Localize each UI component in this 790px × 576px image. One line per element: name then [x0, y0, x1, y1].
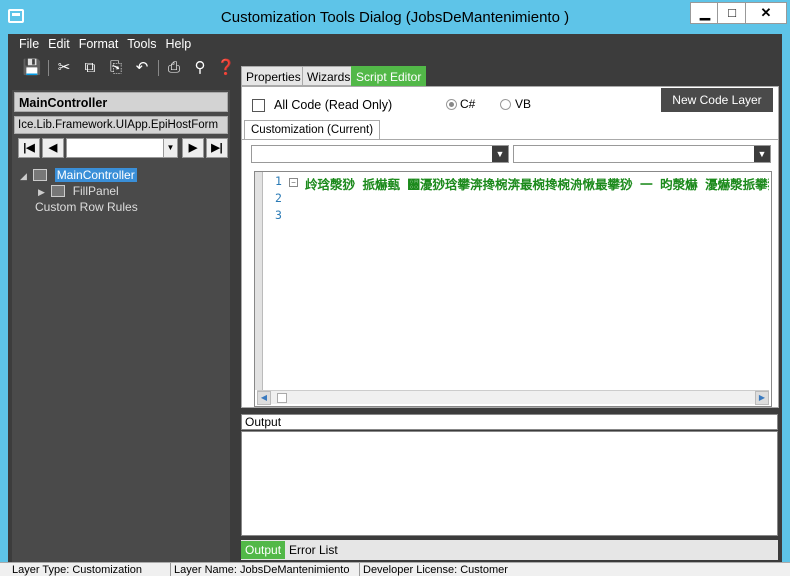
expand-toggle-icon[interactable]: ▶ — [38, 187, 48, 198]
tree-item-label: FillPanel — [72, 184, 119, 198]
tab-output[interactable]: Output — [241, 541, 286, 559]
output-box[interactable] — [241, 431, 778, 536]
panel-icon — [51, 185, 66, 197]
line-number: 1 — [275, 174, 282, 188]
scroll-left-icon[interactable]: ◀ — [257, 391, 271, 405]
output-tabs: Output Error List — [241, 540, 778, 560]
tree-item-label: Custom Row Rules — [35, 200, 138, 214]
license-status: Developer License: Customer — [363, 564, 508, 576]
tab-script-editor[interactable]: Script Editor — [351, 66, 427, 86]
close-button[interactable]: ✕ — [745, 2, 787, 24]
script-editor: All Code (Read Only) C# VB New Code Laye… — [241, 86, 779, 408]
maximize-button[interactable]: □ — [717, 2, 747, 24]
vb-label: VB — [515, 97, 532, 111]
tab-error-list[interactable]: Error List — [285, 541, 342, 559]
menu-format[interactable]: Format — [74, 34, 123, 51]
output-header: Output — [241, 414, 778, 430]
chevron-down-icon[interactable]: ▼ — [754, 146, 770, 162]
vb-radio[interactable] — [500, 99, 511, 110]
tree-item-custom-row-rules[interactable]: Custom Row Rules — [35, 200, 138, 216]
next-button[interactable]: ▶ — [182, 138, 204, 158]
copy-icon[interactable]: ⧉ — [80, 58, 100, 78]
horizontal-scrollbar[interactable]: ◀ ▶ — [257, 390, 769, 405]
tab-wizards[interactable]: Wizards — [302, 66, 356, 86]
tree-item-maincontroller[interactable]: ◢ MainController — [20, 168, 137, 184]
save-icon[interactable]: 💾 — [22, 58, 42, 78]
new-code-layer-button[interactable]: New Code Layer — [661, 88, 773, 112]
minimize-button[interactable]: ▁ — [690, 2, 720, 24]
all-code-checkbox[interactable] — [252, 99, 265, 112]
print-preview-icon[interactable]: ⚲ — [190, 58, 210, 78]
chevron-down-icon[interactable]: ▼ — [492, 146, 508, 162]
tab-customization-current[interactable]: Customization (Current) — [244, 120, 381, 140]
menu-help[interactable]: Help — [160, 34, 195, 51]
window-title: Customization Tools Dialog (JobsDeManten… — [220, 9, 570, 26]
print-icon[interactable]: ⎙ — [164, 58, 184, 78]
menu-tools[interactable]: Tools — [122, 34, 160, 51]
editor-gutter — [255, 172, 263, 390]
class-select[interactable]: ▼ — [251, 145, 509, 163]
help-icon[interactable]: ❓ — [216, 58, 236, 78]
toolbar-separator — [158, 60, 159, 76]
scroll-right-icon[interactable]: ▶ — [755, 391, 769, 405]
code-editor[interactable]: 1 2 3 − 㱓琀漀猀 挀爀甀 ਀瀀猀琀攀渀搀椀渀最椀搀椀洀愀最攀猀 ⼀ 昀漀… — [254, 171, 772, 407]
line-number: 3 — [275, 208, 282, 222]
undo-icon[interactable]: ↶ — [132, 58, 152, 78]
collapse-icon[interactable]: − — [289, 178, 298, 187]
layer-type-status: Layer Type: Customization — [9, 563, 171, 576]
expand-toggle-icon[interactable]: ◢ — [20, 171, 30, 182]
menu-bar: File Edit Format Tools Help — [8, 34, 782, 54]
cut-icon[interactable]: ✂ — [54, 58, 74, 78]
layer-name-status: Layer Name: JobsDeMantenimiento — [171, 563, 360, 576]
divider — [242, 139, 778, 140]
member-select[interactable]: ▼ — [513, 145, 771, 163]
first-button[interactable]: |◀ — [18, 138, 40, 158]
toolbar-separator — [48, 60, 49, 76]
chevron-down-icon[interactable]: ▼ — [163, 139, 177, 157]
control-select[interactable]: ▼ — [66, 138, 178, 158]
menu-file[interactable]: File — [14, 34, 43, 51]
form-icon — [33, 169, 48, 181]
all-code-label: All Code (Read Only) — [274, 98, 393, 112]
tab-properties[interactable]: Properties — [241, 66, 306, 86]
status-bar: Layer Type: Customization Layer Name: Jo… — [0, 562, 790, 576]
title-bar: Customization Tools Dialog (JobsDeManten… — [0, 0, 790, 34]
paste-icon[interactable]: ⎘ — [106, 58, 126, 78]
csharp-radio[interactable] — [446, 99, 457, 110]
tree-item-label: MainController — [54, 168, 137, 182]
last-button[interactable]: ▶| — [206, 138, 228, 158]
tree-item-fillpanel[interactable]: ▶ FillPanel — [38, 184, 119, 200]
scroll-thumb[interactable] — [277, 393, 287, 403]
control-name-label: MainController — [14, 92, 228, 112]
line-number: 2 — [275, 191, 282, 205]
control-type-label: Ice.Lib.Framework.UIApp.EpiHostForm — [14, 116, 228, 134]
menu-edit[interactable]: Edit — [43, 34, 74, 51]
code-line[interactable]: 㱓琀漀猀 挀爀甀 ਀瀀猀琀攀渀搀椀渀最椀搀椀洀愀最攀猀 ⼀ 昀漀爀 瀀爀漀挀攀猀… — [305, 174, 769, 193]
control-navigator: |◀ ◀ ▼ ▶ ▶| — [14, 138, 228, 160]
csharp-label: C# — [460, 97, 476, 111]
previous-button[interactable]: ◀ — [42, 138, 64, 158]
control-panel: MainController Ice.Lib.Framework.UIApp.E… — [12, 90, 230, 562]
